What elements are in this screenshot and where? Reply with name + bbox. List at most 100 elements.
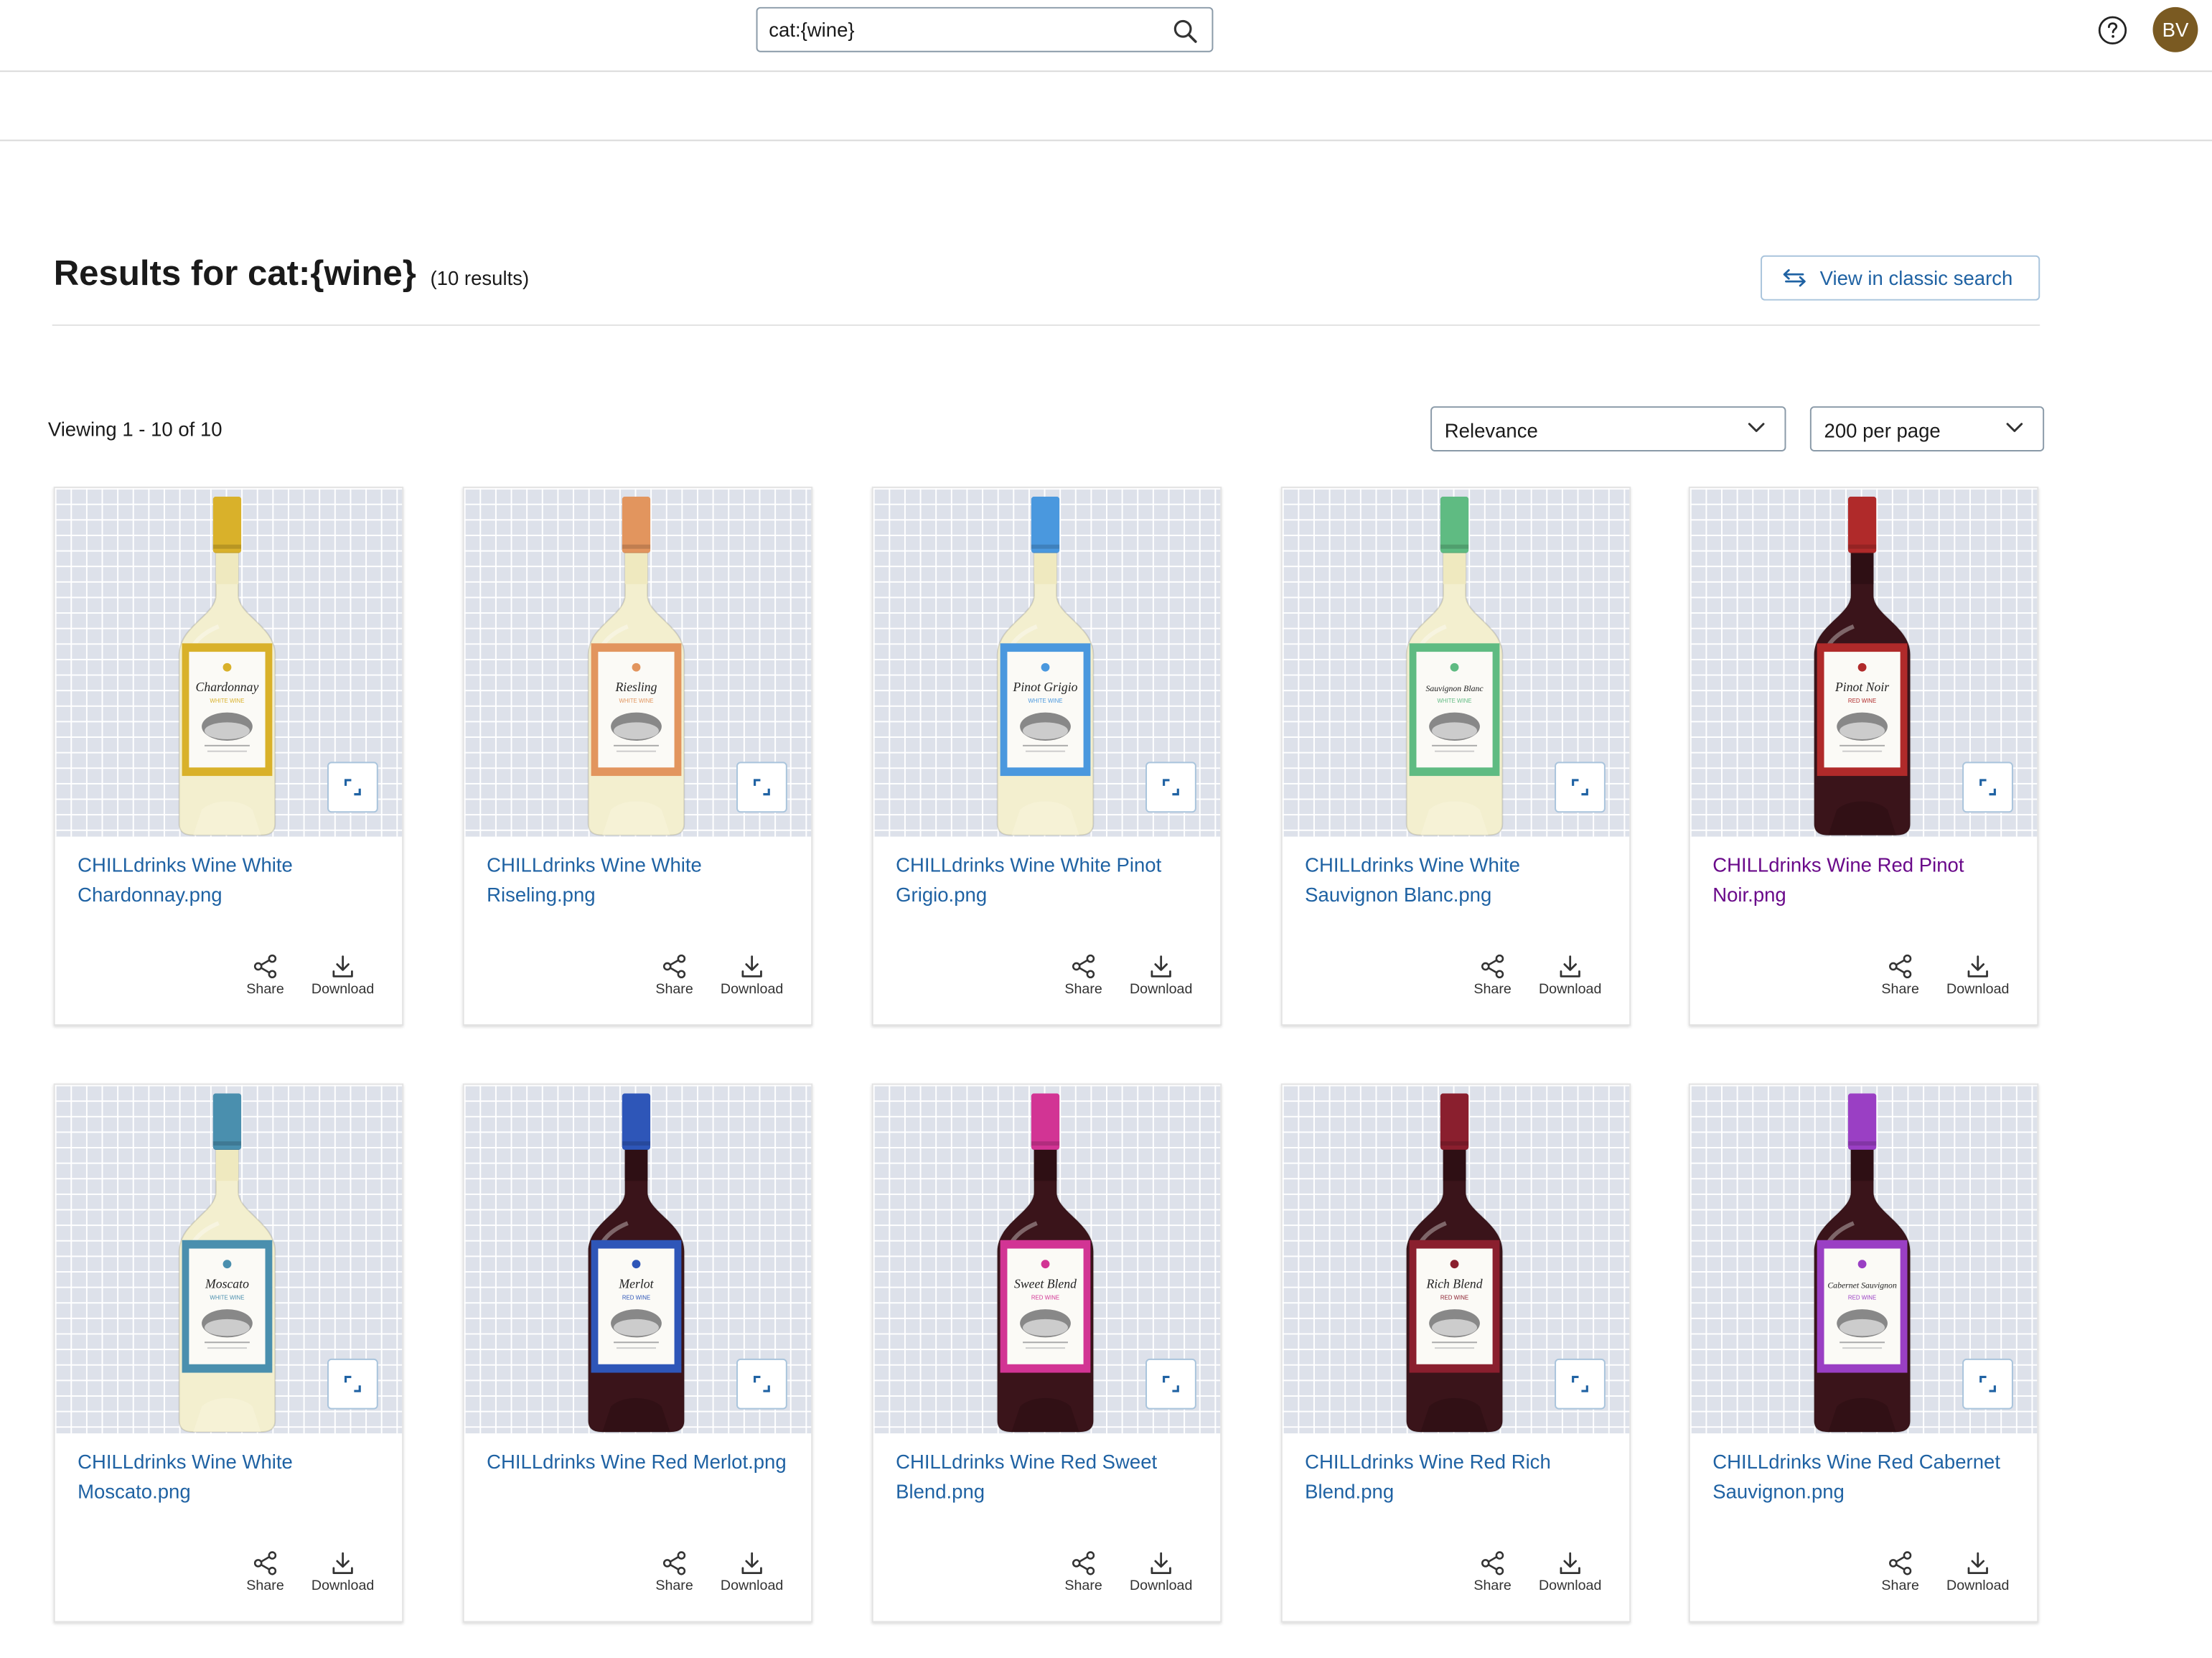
share-button[interactable]: Share [1471,954,1514,998]
expand-preview-button[interactable] [327,762,378,813]
share-button[interactable]: Share [1062,954,1105,998]
download-label: Download [311,1578,375,1595]
share-icon [662,954,686,979]
search-input[interactable] [769,8,1150,51]
download-label: Download [1129,1578,1193,1595]
asset-title-link[interactable]: CHILLdrinks Wine Red Rich Blend.png [1305,1448,1615,1506]
top-bar: BV [0,0,2212,72]
download-button[interactable]: Download [1128,1550,1195,1594]
share-label: Share [1064,1578,1102,1595]
asset-title-link[interactable]: CHILLdrinks Wine White Chardonnay.png [78,851,388,909]
chevron-down-icon [1748,423,1765,432]
download-button[interactable]: Download [1944,1550,2012,1594]
share-button[interactable]: Share [1879,1550,1921,1594]
asset-title-link[interactable]: CHILLdrinks Wine White Sauvignon Blanc.p… [1305,851,1615,909]
share-label: Share [1064,982,1102,998]
expand-preview-button[interactable] [327,1358,378,1410]
download-button[interactable]: Download [1537,1550,1604,1594]
asset-card[interactable]: Cabernet Sauvignon RED WINE CHILLdrinks Wi… [1688,1083,2039,1623]
asset-thumbnail[interactable]: Rich Blend RED WINE [1282,1085,1630,1434]
asset-card[interactable]: Pinot Grigio WHITE WINE CHILLdrinks Wine W… [871,487,1222,1026]
share-icon [1072,954,1095,979]
asset-thumbnail[interactable]: Chardonnay WHITE WINE [55,488,403,837]
asset-card[interactable]: Chardonnay WHITE WINE CHILLdrinks Wine Whi… [53,487,404,1026]
asset-title-link[interactable]: CHILLdrinks Wine White Pinot Grigio.png [896,851,1206,909]
secondary-toolbar [0,72,2212,141]
svg-text:RED WINE: RED WINE [1440,1294,1468,1301]
download-button[interactable]: Download [718,954,785,998]
asset-thumbnail[interactable]: Cabernet Sauvignon RED WINE [1690,1085,2038,1434]
asset-title-link[interactable]: CHILLdrinks Wine White Riseling.png [487,851,797,909]
download-button[interactable]: Download [1128,954,1195,998]
asset-thumbnail[interactable]: Pinot Grigio WHITE WINE [873,488,1221,837]
share-button[interactable]: Share [1879,954,1921,998]
expand-preview-button[interactable] [1145,762,1196,813]
asset-title-link[interactable]: CHILLdrinks Wine White Moscato.png [78,1448,388,1506]
expand-icon [1572,779,1588,796]
asset-title-link[interactable]: CHILLdrinks Wine Red Merlot.png [487,1448,797,1476]
asset-card[interactable]: Pinot Noir RED WINE CHILLdrinks Wine Red P… [1688,487,2039,1026]
asset-card[interactable]: Moscato WHITE WINE CHILLdrinks Wine White … [53,1083,404,1623]
sort-select[interactable]: Relevance [1430,406,1786,451]
help-icon[interactable] [2098,16,2127,45]
download-button[interactable]: Download [309,954,376,998]
asset-thumbnail[interactable]: Pinot Noir RED WINE [1690,488,2038,837]
asset-card[interactable]: Rich Blend RED WINE CHILLdrinks Wine Red R… [1280,1083,1631,1623]
sort-select-value: Relevance [1444,418,1538,442]
search-box[interactable] [756,6,1214,52]
download-button[interactable]: Download [309,1550,376,1594]
download-icon [1967,955,1988,978]
svg-text:Pinot Noir: Pinot Noir [1834,680,1889,694]
share-icon [253,954,277,979]
svg-text:Sauvignon Blanc: Sauvignon Blanc [1425,683,1484,693]
asset-thumbnail[interactable]: Merlot RED WINE [464,1085,812,1434]
asset-thumbnail[interactable]: Moscato WHITE WINE [55,1085,403,1434]
expand-preview-button[interactable] [1962,1358,2013,1410]
download-button[interactable]: Download [1944,954,2012,998]
bottle-image: Sauvignon Blanc WHITE WINE [1405,496,1504,836]
expand-preview-button[interactable] [1145,1358,1196,1410]
asset-card[interactable]: Merlot RED WINE CHILLdrinks Wine Red Merlo… [462,1083,813,1623]
share-button[interactable]: Share [653,1550,695,1594]
svg-text:WHITE WINE: WHITE WINE [1028,698,1062,704]
expand-preview-button[interactable] [1555,762,1606,813]
asset-title-link[interactable]: CHILLdrinks Wine Red Cabernet Sauvignon.… [1712,1448,2023,1506]
expand-icon [1979,1375,1996,1392]
expand-preview-button[interactable] [736,1358,787,1410]
download-label: Download [1946,1578,2010,1595]
svg-text:WHITE WINE: WHITE WINE [210,698,244,704]
download-label: Download [311,982,375,998]
asset-thumbnail[interactable]: Sweet Blend RED WINE [873,1085,1221,1434]
download-icon [741,1552,762,1575]
asset-card[interactable]: Sauvignon Blanc WHITE WINE CHILLdrinks Win… [1280,487,1631,1026]
asset-card[interactable]: Sweet Blend RED WINE CHILLdrinks Wine Red … [871,1083,1222,1623]
search-icon[interactable] [1172,19,1197,44]
share-icon [1481,954,1504,979]
asset-card[interactable]: Riesling WHITE WINE CHILLdrinks Wine White… [462,487,813,1026]
expand-preview-button[interactable] [736,762,787,813]
asset-thumbnail[interactable]: Sauvignon Blanc WHITE WINE [1282,488,1630,837]
asset-title-link[interactable]: CHILLdrinks Wine Red Sweet Blend.png [896,1448,1206,1506]
share-icon [1072,1551,1095,1575]
per-page-select[interactable]: 200 per page [1809,406,2045,451]
download-button[interactable]: Download [718,1550,785,1594]
share-button[interactable]: Share [653,954,695,998]
share-button[interactable]: Share [244,954,286,998]
bottle-image: Merlot RED WINE [587,1093,685,1433]
share-icon [1889,1551,1912,1575]
view-classic-search-button[interactable]: View in classic search [1761,255,2040,301]
expand-preview-button[interactable] [1962,762,2013,813]
share-button[interactable]: Share [1062,1550,1105,1594]
share-icon [662,1551,686,1575]
asset-thumbnail[interactable]: Riesling WHITE WINE [464,488,812,837]
bottle-image: Cabernet Sauvignon RED WINE [1813,1093,1911,1433]
download-label: Download [720,982,784,998]
expand-preview-button[interactable] [1555,1358,1606,1410]
download-icon [741,955,762,978]
avatar[interactable]: BV [2152,6,2198,52]
share-label: Share [655,982,693,998]
download-button[interactable]: Download [1537,954,1604,998]
asset-title-link[interactable]: CHILLdrinks Wine Red Pinot Noir.png [1712,851,2023,909]
share-button[interactable]: Share [1471,1550,1514,1594]
share-button[interactable]: Share [244,1550,286,1594]
